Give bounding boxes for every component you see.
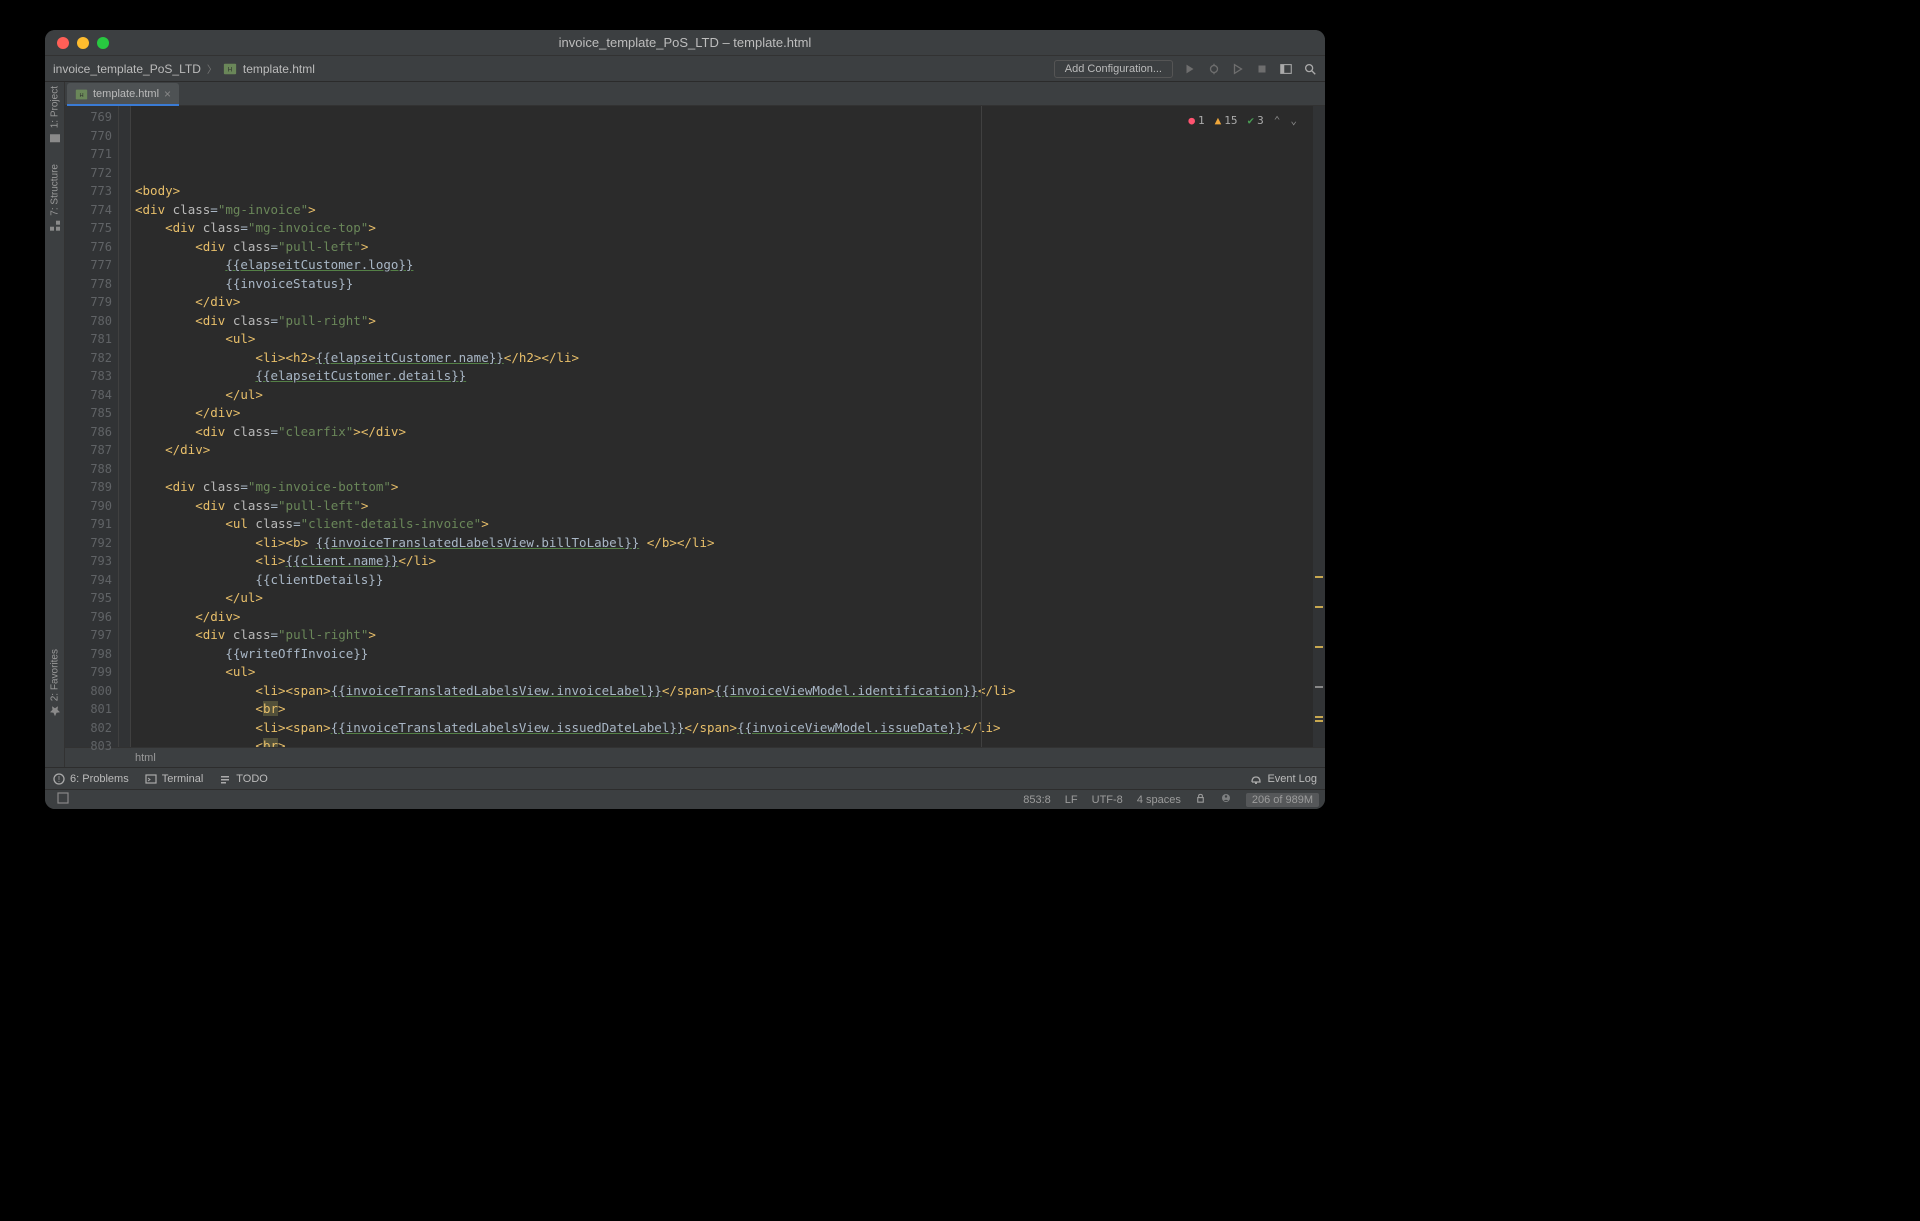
close-tab-icon[interactable]: × xyxy=(164,87,171,101)
titlebar: invoice_template_PoS_LTD – template.html xyxy=(45,30,1325,56)
favorites-tool-button[interactable]: 2: Favorites xyxy=(49,649,61,717)
ide-window: invoice_template_PoS_LTD – template.html… xyxy=(45,30,1325,809)
readonly-icon[interactable] xyxy=(1195,793,1206,807)
bottom-tool-bar: ! 6: Problems Terminal TODO Event Log xyxy=(45,767,1325,789)
run-with-coverage-icon[interactable] xyxy=(1231,62,1245,76)
inspections-widget[interactable]: ●1 ▲15 ✔3 ⌃ ⌄ xyxy=(1184,110,1301,133)
svg-text:H: H xyxy=(79,92,83,98)
todo-tool-label: TODO xyxy=(236,773,268,785)
code-editor[interactable]: ●1 ▲15 ✔3 ⌃ ⌄ <body><div class="mg-invoi… xyxy=(131,106,1313,747)
problems-tool-button[interactable]: ! 6: Problems xyxy=(53,773,129,785)
project-tool-label: 1: Project xyxy=(49,86,60,128)
add-configuration-button[interactable]: Add Configuration... xyxy=(1054,60,1173,78)
error-count: 1 xyxy=(1198,112,1205,131)
toolbar-right: Add Configuration... xyxy=(1054,60,1317,78)
event-log-button[interactable]: Event Log xyxy=(1250,773,1317,785)
svg-text:H: H xyxy=(228,66,232,73)
line-number-gutter[interactable]: 7697707717727737747757767777787797807817… xyxy=(65,106,119,747)
status-bar: 853:8 LF UTF-8 4 spaces 206 of 989M xyxy=(45,789,1325,809)
breadcrumb[interactable]: invoice_template_PoS_LTD 〉 H template.ht… xyxy=(53,61,1050,76)
warning-count: 15 xyxy=(1224,112,1237,131)
navigation-bar: invoice_template_PoS_LTD 〉 H template.ht… xyxy=(45,56,1325,82)
next-highlight-icon[interactable]: ⌄ xyxy=(1290,112,1297,131)
line-separator[interactable]: LF xyxy=(1065,794,1078,806)
quick-access-icon[interactable] xyxy=(51,792,69,807)
inspection-profile-icon[interactable] xyxy=(1220,792,1232,807)
breadcrumb-file[interactable]: template.html xyxy=(243,62,315,76)
html-file-icon: H xyxy=(75,88,88,101)
window-controls xyxy=(45,37,109,49)
left-tool-strip: 1: Project 7: Structure 2: Favorites xyxy=(45,82,65,767)
zoom-window-button[interactable] xyxy=(97,37,109,49)
weak-warning-icon: ✔ xyxy=(1248,112,1255,131)
element-breadcrumb-item[interactable]: html xyxy=(135,752,156,764)
weak-warning-count: 3 xyxy=(1257,112,1264,131)
element-breadcrumb[interactable]: html xyxy=(65,747,1325,767)
debug-icon[interactable] xyxy=(1207,62,1221,76)
favorites-tool-label: 2: Favorites xyxy=(49,649,60,701)
minimize-window-button[interactable] xyxy=(77,37,89,49)
stop-icon[interactable] xyxy=(1255,62,1269,76)
editor-body: 7697707717727737747757767777787797807817… xyxy=(65,106,1325,747)
error-icon: ● xyxy=(1188,112,1195,131)
structure-tool-button[interactable]: 7: Structure xyxy=(49,164,61,232)
search-everywhere-icon[interactable] xyxy=(1303,62,1317,76)
editor-area: H template.html × 7697707717727737747757… xyxy=(65,82,1325,767)
cursor-position[interactable]: 853:8 xyxy=(1023,794,1051,806)
html-file-icon: H xyxy=(223,62,237,76)
editor-tab-template[interactable]: H template.html × xyxy=(67,83,179,105)
indent-settings[interactable]: 4 spaces xyxy=(1137,794,1181,806)
fold-gutter[interactable] xyxy=(119,106,131,747)
chevron-right-icon: 〉 xyxy=(207,61,217,76)
close-window-button[interactable] xyxy=(57,37,69,49)
prev-highlight-icon[interactable]: ⌃ xyxy=(1274,112,1281,131)
window-title: invoice_template_PoS_LTD – template.html xyxy=(45,35,1325,50)
run-icon[interactable] xyxy=(1183,62,1197,76)
warning-icon: ▲ xyxy=(1215,112,1222,131)
editor-body-row: 1: Project 7: Structure 2: Favorites H t xyxy=(45,82,1325,767)
file-encoding[interactable]: UTF-8 xyxy=(1092,794,1123,806)
editor-tab-bar: H template.html × xyxy=(65,82,1325,106)
editor-tab-label: template.html xyxy=(93,88,159,100)
error-stripe[interactable] xyxy=(1313,106,1325,747)
layout-settings-icon[interactable] xyxy=(1279,62,1293,76)
problems-tool-label: 6: Problems xyxy=(70,773,129,785)
memory-indicator[interactable]: 206 of 989M xyxy=(1246,793,1319,807)
terminal-tool-button[interactable]: Terminal xyxy=(145,773,204,785)
terminal-tool-label: Terminal xyxy=(162,773,204,785)
event-log-label: Event Log xyxy=(1267,773,1317,785)
structure-tool-label: 7: Structure xyxy=(49,164,60,216)
project-tool-button[interactable]: 1: Project xyxy=(49,86,61,144)
breadcrumb-project[interactable]: invoice_template_PoS_LTD xyxy=(53,62,201,76)
right-margin-guide xyxy=(981,106,982,747)
svg-text:!: ! xyxy=(58,775,60,784)
todo-tool-button[interactable]: TODO xyxy=(219,773,268,785)
